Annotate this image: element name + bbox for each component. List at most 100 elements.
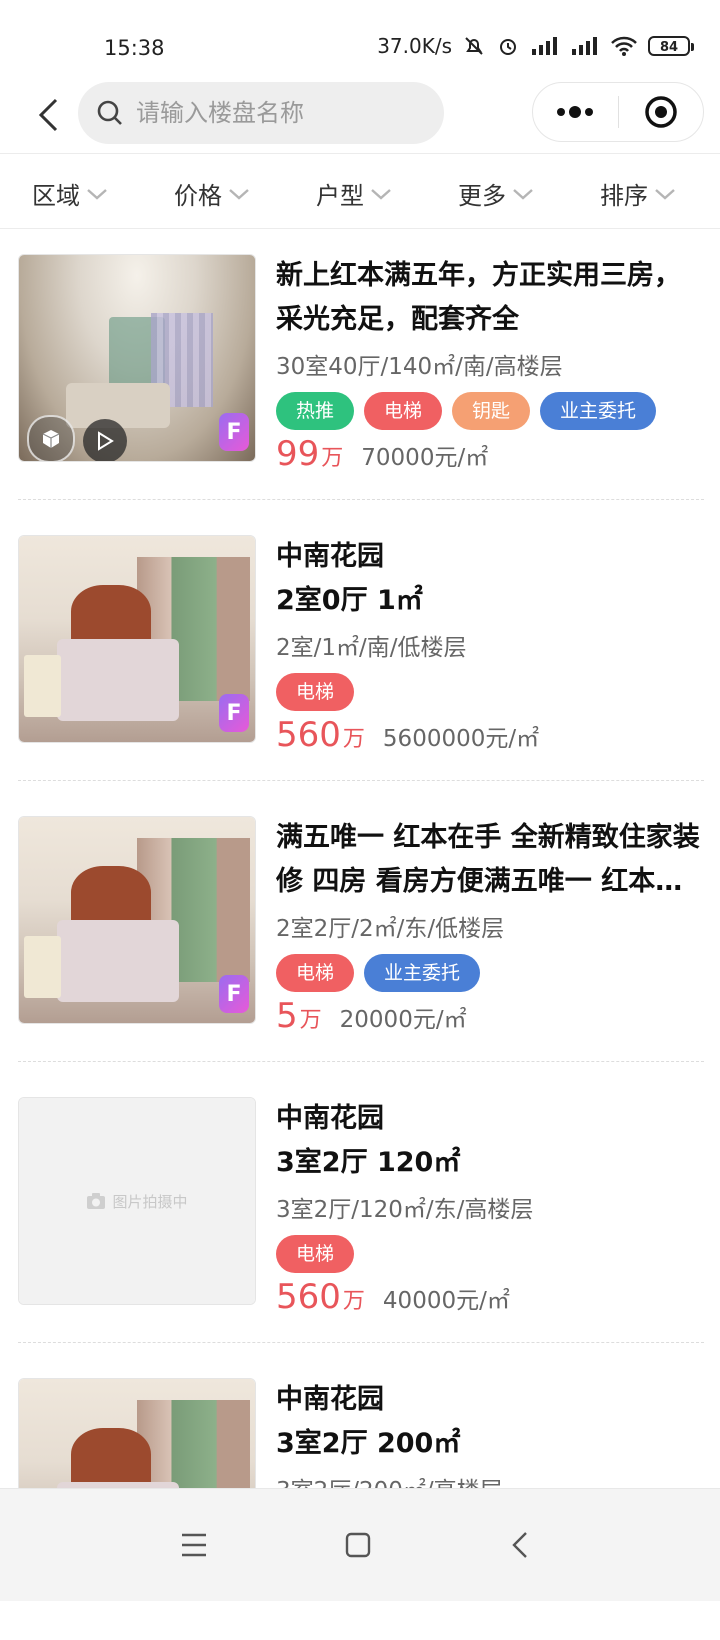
wifi-icon [610, 35, 638, 57]
listing-card[interactable]: F 中南花园 2室0厅 1㎡ 2室/1㎡/南/低楼层 电梯 560 万 5600000元/㎡ [0, 511, 720, 797]
nightstand-shape [23, 655, 62, 718]
filter-label: 户型 [316, 182, 364, 210]
listing-title: 中南花园 3室2厅 200㎡ [276, 1384, 461, 1459]
panorama-room-photo: F [19, 255, 255, 461]
status-icons: 37.0K/s 84 [377, 34, 694, 58]
system-nav-bar [0, 1488, 720, 1601]
listing-thumbnail[interactable]: F [18, 535, 256, 743]
f-logo-icon: F [219, 413, 249, 451]
filter-region[interactable]: 区域 [32, 176, 108, 211]
price-row: 5 万 20000元/㎡ [276, 996, 706, 1036]
listing-card[interactable]: F 新上红本满五年，方正实用三房，采光充足，配套齐全 30室40厅/140㎡/南/高… [0, 230, 720, 516]
home-square-icon [345, 1532, 371, 1558]
listing-divider [18, 780, 704, 781]
listing-tag: 电梯 [364, 392, 443, 430]
filter-sort[interactable]: 排序 [600, 176, 676, 211]
bedroom-photo: F [19, 817, 255, 1023]
total-price: 560 [276, 1277, 341, 1317]
search-icon [96, 99, 124, 127]
total-price: 5 [276, 996, 298, 1036]
listing-info: 中南花园 3室2厅 120㎡ 3室2厅/120㎡/东/高楼层电梯 560 万 40000… [276, 1097, 706, 1317]
price-row: 560 万 5600000元/㎡ [276, 715, 706, 755]
nightstand-shape [23, 936, 62, 999]
listing-thumbnail[interactable]: F [18, 816, 256, 1024]
listing-divider [18, 499, 704, 500]
total-price: 560 [276, 715, 341, 755]
listing-title: 新上红本满五年，方正实用三房，采光充足，配套齐全 [276, 260, 681, 335]
bed-shape [56, 920, 180, 1003]
price-unit: 万 [321, 446, 344, 471]
filter-label: 价格 [174, 182, 222, 210]
net-speed: 37.0K/s [377, 34, 452, 58]
filter-layout[interactable]: 户型 [316, 176, 392, 211]
play-icon [98, 431, 114, 451]
mute-bell-icon [462, 34, 486, 58]
listing-divider [18, 1342, 704, 1343]
signal-hd-icon-2 [570, 35, 600, 57]
back-button[interactable] [28, 90, 68, 140]
filter-bar: 区域 价格 户型 更多 排序 [0, 153, 720, 229]
menu-button[interactable] [174, 1525, 214, 1565]
listing-info: 满五唯一 红本在手 全新精致住家装修 四房 看房方便满五唯一 红本在手 2室2厅/… [276, 816, 706, 1036]
chevron-down-icon [654, 187, 676, 201]
filter-label: 区域 [32, 182, 80, 210]
price-row: 560 万 40000元/㎡ [276, 1277, 706, 1317]
chevron-down-icon [228, 187, 250, 201]
photo-placeholder: 图片拍摄中 [19, 1098, 255, 1304]
mini-program-capsule [532, 82, 704, 142]
listing-info: 中南花园 3室2厅 200㎡3室2厅/200㎡/高楼层 [276, 1378, 706, 1506]
search-box[interactable] [78, 82, 444, 144]
cube-icon [42, 430, 60, 448]
tag-list: 热推 电梯 钥匙 业主委托 [276, 392, 706, 430]
more-button[interactable] [533, 83, 618, 141]
vr-cube-button[interactable] [27, 415, 75, 461]
tag-list: 电梯 [276, 1235, 706, 1273]
filter-more[interactable]: 更多 [458, 176, 534, 211]
chevron-down-icon [370, 187, 392, 201]
unit-price: 40000元/㎡ [382, 1288, 510, 1314]
camera-icon [87, 1193, 106, 1209]
play-video-button[interactable] [83, 419, 127, 461]
photo-placeholder-text: 图片拍摄中 [112, 1192, 188, 1211]
back-triangle-icon [512, 1532, 527, 1558]
chevron-down-icon [86, 187, 108, 201]
listing-tag: 电梯 [276, 1235, 355, 1273]
listing-card[interactable]: 图片拍摄中 中南花园 3室2厅 120㎡ 3室2厅/120㎡/东/高楼层电梯 560 万… [0, 1073, 720, 1359]
menu-icon [182, 1533, 206, 1557]
price-unit: 万 [342, 727, 365, 752]
total-price: 99 [276, 434, 320, 474]
close-program-button[interactable] [619, 83, 704, 141]
price-unit: 万 [342, 1289, 365, 1314]
battery-icon: 84 [648, 36, 694, 56]
listing-divider [18, 1061, 704, 1062]
header [0, 78, 720, 152]
listing-info: 新上红本满五年，方正实用三房，采光充足，配套齐全 30室40厅/140㎡/南/高楼… [276, 254, 706, 474]
listing-thumbnail[interactable]: 图片拍摄中 [18, 1097, 256, 1305]
listing-info: 中南花园 2室0厅 1㎡ 2室/1㎡/南/低楼层 电梯 560 万 5600000元/㎡ [276, 535, 706, 755]
listing-tag: 热推 [276, 392, 355, 430]
f-logo-icon: F [219, 975, 249, 1013]
listing-card[interactable]: F 满五唯一 红本在手 全新精致住家装修 四房 看房方便满五唯一 红本在手 2室2厅… [0, 792, 720, 1078]
tag-list: 电梯 [276, 673, 706, 711]
search-input[interactable] [134, 98, 428, 128]
unit-price: 5600000元/㎡ [382, 726, 540, 752]
target-circle-icon [645, 96, 677, 128]
unit-price: 20000元/㎡ [339, 1007, 467, 1033]
tag-list: 电梯 业主委托 [276, 954, 706, 992]
listing-title: 中南花园 3室2厅 120㎡ [276, 1103, 461, 1178]
listing-subtitle: 3室2厅/120㎡/东/高楼层 [276, 1197, 534, 1223]
listing-subtitle: 30室40厅/140㎡/南/高楼层 [276, 354, 563, 380]
listing-tag: 电梯 [276, 954, 355, 992]
listing-tag: 电梯 [276, 673, 355, 711]
filter-price[interactable]: 价格 [174, 176, 250, 211]
nav-back-button[interactable] [500, 1525, 540, 1565]
alarm-icon [496, 34, 520, 58]
listing-tag: 业主委托 [540, 392, 657, 430]
filter-label: 排序 [600, 182, 648, 210]
f-logo-icon: F [219, 694, 249, 732]
listing-thumbnail[interactable]: F [18, 254, 256, 462]
home-button[interactable] [338, 1525, 378, 1565]
more-dots-icon [557, 106, 594, 118]
listing-tag: 钥匙 [452, 392, 531, 430]
back-arrow-icon [38, 98, 58, 132]
